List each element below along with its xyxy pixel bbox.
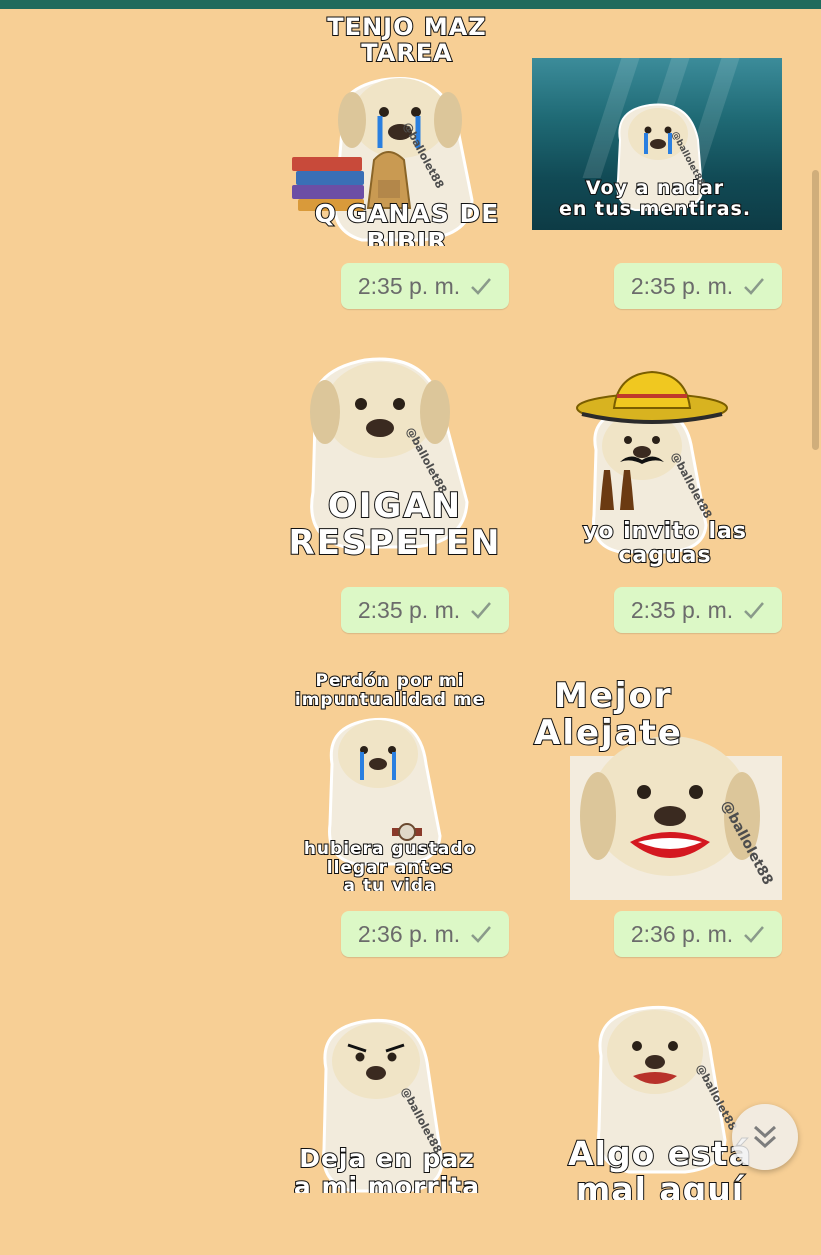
sticker-message[interactable]: Deja en paz a mi morrita @ballolet88 <box>262 1005 512 1255</box>
caption-line: llegar antes <box>326 857 454 878</box>
sticker-message[interactable]: yo invito las caguas @ballolet88 <box>540 340 790 590</box>
sticker-message[interactable]: Voy a nadar en tus mentiras. @ballolet88 <box>530 22 782 272</box>
check-icon <box>744 926 765 943</box>
check-icon <box>744 278 765 295</box>
time-label: 2:36 p. m. <box>630 920 734 947</box>
caption-line: OIGAN <box>327 486 463 526</box>
message-timestamp: 2:35 p. m. <box>614 587 782 633</box>
sticker-caption-bottom: Voy a nadar en tus mentiras. <box>510 177 800 221</box>
message-timestamp: 2:35 p. m. <box>341 263 509 309</box>
caption-line: RESPETEN <box>288 523 502 564</box>
caption-line: a mi morrita <box>293 1172 481 1193</box>
app-top-bar <box>0 0 821 9</box>
sticker-caption-bottom: Q GANAS DE BIBIR <box>262 199 552 246</box>
caption-line: TAREA <box>360 39 453 68</box>
caption-line: BIBIR <box>366 227 448 246</box>
caption-line: hubiera gustado <box>303 839 477 859</box>
caption-line: en tus mentiras. <box>558 197 752 221</box>
sticker-caption-top: TENJO MAZ TAREA <box>262 13 552 68</box>
caption-line: Mejor <box>553 676 673 716</box>
double-chevron-down-icon <box>753 1125 777 1149</box>
sticker-message[interactable]: TENJO MAZ TAREA Q GANAS DE BIBIR @ballol… <box>282 12 532 262</box>
message-timestamp: 2:35 p. m. <box>614 263 782 309</box>
sticker-message[interactable]: Mejor Alejate @ballolet88 <box>532 668 782 918</box>
time-label: 2:35 p. m. <box>357 272 461 299</box>
sticker-caption-bottom: Deja en paz a mi morrita <box>242 1144 532 1193</box>
caption-line: yo invito las <box>582 518 747 544</box>
time-label: 2:35 p. m. <box>630 596 734 623</box>
sticker-caption-bottom: OIGAN RESPETEN <box>250 486 540 564</box>
scroll-to-bottom-button[interactable] <box>732 1104 798 1170</box>
check-icon <box>471 602 492 619</box>
sticker-message[interactable]: OIGAN RESPETEN @ballolet88 <box>270 340 520 590</box>
caption-line: a tu vida <box>342 877 437 892</box>
caption-line: impuntualidad me <box>294 689 486 710</box>
caption-line: TENJO MAZ <box>326 13 487 42</box>
scrollbar[interactable] <box>812 170 819 450</box>
message-timestamp: 2:35 p. m. <box>341 587 509 633</box>
puppy-sad-image <box>616 103 704 211</box>
puppy-angry-image <box>322 1018 444 1193</box>
sticker-caption-top: Mejor Alejate <box>512 676 802 754</box>
time-label: 2:35 p. m. <box>357 596 461 623</box>
caption-line: Voy a nadar <box>585 177 725 200</box>
caption-line: Q GANAS DE <box>314 199 500 228</box>
check-icon <box>744 602 765 619</box>
message-timestamp: 2:36 p. m. <box>341 911 509 957</box>
caption-line: Perdón por mi <box>315 671 465 691</box>
time-label: 2:36 p. m. <box>357 920 461 947</box>
sticker-message[interactable]: Perdón por mi impuntualidad me hubiera g… <box>265 668 515 918</box>
message-timestamp: 2:36 p. m. <box>614 911 782 957</box>
caption-line: caguas <box>617 542 712 569</box>
sticker-caption-bottom: yo invito las caguas <box>520 518 810 569</box>
check-icon <box>471 278 492 295</box>
check-icon <box>471 926 492 943</box>
sticker-caption-top: Perdón por mi impuntualidad me <box>245 671 535 710</box>
time-label: 2:35 p. m. <box>630 272 734 299</box>
sticker-caption-bottom: hubiera gustado llegar antes a tu vida <box>245 839 535 892</box>
sombrero-icon <box>576 370 728 424</box>
caption-line: mal aquí <box>575 1172 745 1201</box>
caption-line: Alejate <box>533 713 683 754</box>
caption-line: Deja en paz <box>298 1144 475 1173</box>
